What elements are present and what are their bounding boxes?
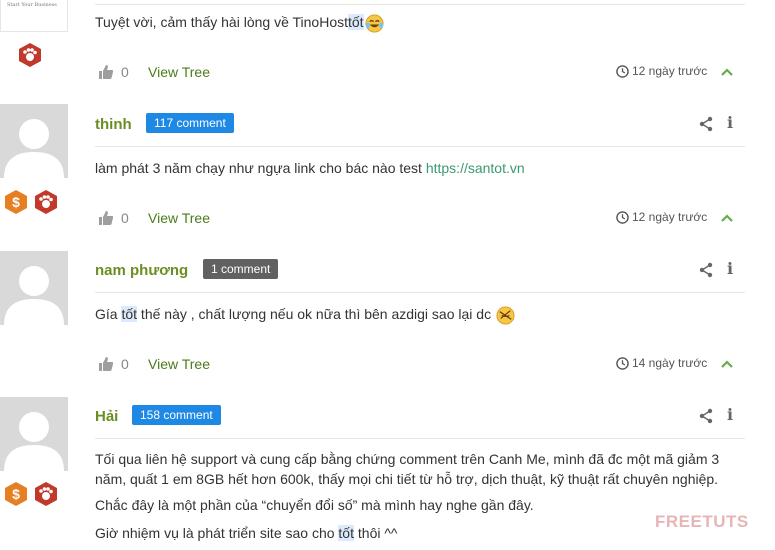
comment-count-badge: 117 comment	[146, 113, 234, 133]
like-count: 0	[121, 64, 129, 80]
search-highlight: tốt	[348, 14, 364, 30]
dizzy-emoji-icon	[496, 306, 515, 325]
clock-icon	[616, 357, 629, 370]
view-tree-link[interactable]: View Tree	[148, 356, 210, 372]
clock-icon	[616, 211, 629, 224]
comment-text: làm phát 3 năm chạy như ngựa link cho bá…	[95, 160, 525, 176]
comment-count-badge: 158 comment	[132, 405, 221, 425]
comment-paragraph: Tối qua liên hệ support và cung cấp bằng…	[95, 451, 720, 487]
thumbs-up-icon[interactable]	[98, 64, 114, 80]
avatar	[0, 397, 68, 471]
chevron-up-icon[interactable]	[721, 67, 733, 77]
comment-header: thinh 117 comment i	[95, 107, 745, 143]
divider	[95, 292, 745, 293]
dollar-badge-icon: $	[3, 189, 29, 215]
avatar-logo: Start Your Business	[0, 0, 68, 32]
share-icon[interactable]	[698, 408, 714, 424]
search-highlight: tốt	[338, 525, 354, 541]
paw-badge-icon	[33, 481, 59, 507]
search-highlight: tốt	[121, 306, 138, 322]
laughing-emoji-icon	[365, 14, 384, 33]
comment-count-badge: 1 comment	[203, 259, 279, 279]
avatar: Start Your Business	[0, 0, 68, 32]
comment-footer: 0 View Tree 12 ngày trước	[95, 207, 745, 231]
dollar-badge-icon: $	[3, 481, 29, 507]
thumbs-up-icon[interactable]	[98, 356, 114, 372]
like-count: 0	[121, 210, 129, 226]
timestamp: 12 ngày trước	[632, 64, 708, 78]
author-name[interactable]: Hải	[95, 408, 118, 425]
chevron-up-icon[interactable]	[721, 359, 733, 369]
divider	[95, 438, 745, 439]
comment-footer: 0 View Tree 14 ngày trước	[95, 353, 745, 377]
info-icon[interactable]: i	[727, 405, 733, 424]
clock-icon	[616, 65, 629, 78]
author-name[interactable]: thinh	[95, 116, 132, 133]
like-count: 0	[121, 356, 129, 372]
comment-link[interactable]: https://santot.vn	[426, 160, 525, 176]
comment-header: nam phương 1 comment i	[95, 253, 745, 289]
comment-header: Hải 158 comment i	[95, 399, 745, 435]
timestamp: 14 ngày trước	[632, 356, 708, 370]
comment-text: Gía tốt thế này , chất lượng nếu ok nữa …	[95, 304, 735, 325]
comment-text: Tối qua liên hệ support và cung cấp bằng…	[95, 449, 735, 543]
info-icon[interactable]: i	[727, 259, 733, 278]
divider	[95, 146, 745, 147]
paw-badge-icon	[33, 189, 59, 215]
author-name[interactable]: nam phương	[95, 262, 188, 279]
comment-paragraph: Giờ nhiệm vụ là phát triển site sao cho …	[95, 525, 398, 541]
comment-text: Tuyệt vời, cảm thấy hài lòng về TinoHost…	[95, 12, 735, 33]
info-icon[interactable]: i	[727, 113, 733, 132]
paw-badge-icon	[17, 42, 43, 68]
thumbs-up-icon[interactable]	[98, 210, 114, 226]
svg-text:$: $	[12, 194, 20, 210]
avatar	[0, 104, 68, 178]
view-tree-link[interactable]: View Tree	[148, 64, 210, 80]
divider	[95, 4, 745, 5]
comment-paragraph: Chắc đây là một phần của “chuyển đổi số”…	[95, 497, 534, 513]
avatar	[0, 251, 68, 325]
share-icon[interactable]	[698, 116, 714, 132]
share-icon[interactable]	[698, 262, 714, 278]
comment-footer: 0 View Tree 12 ngày trước	[95, 61, 745, 85]
watermark-logo: FREETUTS	[655, 512, 749, 531]
chevron-up-icon[interactable]	[721, 213, 733, 223]
view-tree-link[interactable]: View Tree	[148, 210, 210, 226]
timestamp: 12 ngày trước	[632, 210, 708, 224]
svg-text:$: $	[12, 486, 20, 502]
